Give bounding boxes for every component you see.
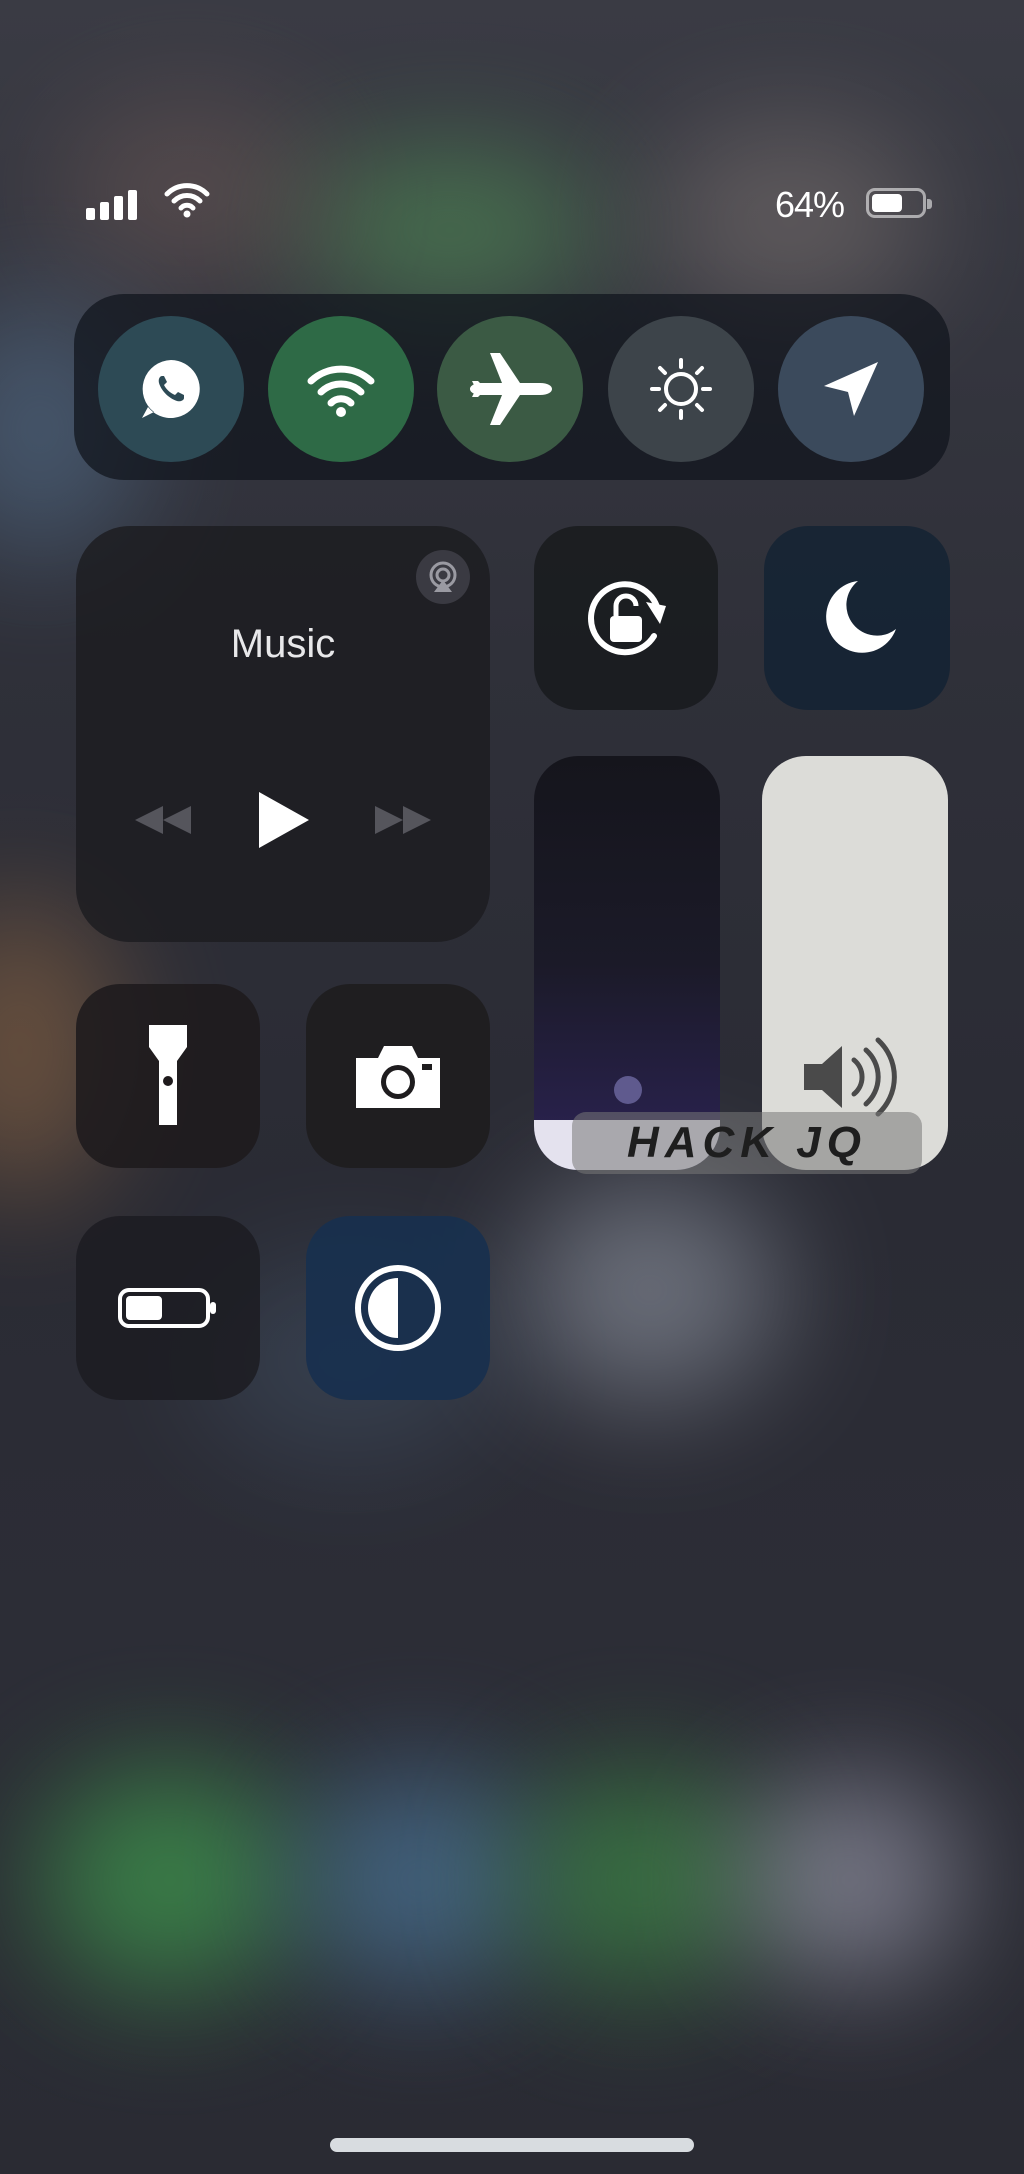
flashlight-icon	[149, 1025, 187, 1125]
home-indicator[interactable]	[330, 2138, 694, 2152]
airplay-button[interactable]	[416, 550, 470, 604]
play-button[interactable]	[253, 788, 313, 852]
camera-icon	[356, 1046, 440, 1108]
location-arrow-icon	[824, 362, 878, 416]
watermark: HACK JQ	[572, 1112, 922, 1174]
low-power-mode-button[interactable]	[76, 1216, 260, 1400]
location-toggle[interactable]	[778, 316, 924, 462]
camera-button[interactable]	[306, 984, 490, 1168]
rotation-lock-icon	[588, 581, 666, 656]
battery-low-power-icon	[118, 1288, 216, 1328]
invert-colors-icon	[355, 1265, 441, 1351]
fast-forward-button[interactable]	[371, 800, 435, 840]
battery-level-fill	[872, 194, 903, 212]
wifi-status-icon	[164, 183, 210, 218]
do-not-disturb-button[interactable]	[764, 526, 950, 710]
volume-slider[interactable]	[762, 756, 948, 1170]
speaker-icon	[804, 1037, 897, 1117]
flashlight-button[interactable]	[76, 984, 260, 1168]
rewind-button[interactable]	[131, 800, 195, 840]
brightness-indicator-icon	[614, 1076, 642, 1104]
brightness-toggle[interactable]	[608, 316, 754, 462]
status-bar: 64%	[86, 178, 938, 228]
wifi-toggle[interactable]	[268, 316, 414, 462]
moon-icon	[826, 581, 896, 653]
battery-icon	[866, 188, 932, 218]
invert-colors-button[interactable]	[306, 1216, 490, 1400]
brightness-slider[interactable]	[534, 756, 720, 1170]
sun-icon	[650, 358, 712, 420]
music-player-panel[interactable]: Music	[76, 526, 490, 942]
battery-percentage: 64%	[774, 184, 845, 225]
whatsapp-toggle[interactable]	[98, 316, 244, 462]
orientation-lock-button[interactable]	[534, 526, 718, 710]
cellular-signal-icon	[86, 186, 137, 220]
wifi-icon	[307, 365, 375, 417]
airplane-mode-toggle[interactable]	[437, 316, 583, 462]
airplay-icon	[429, 561, 457, 592]
whatsapp-icon	[142, 360, 200, 418]
airplane-icon	[470, 353, 552, 425]
music-title: Music	[230, 622, 336, 666]
